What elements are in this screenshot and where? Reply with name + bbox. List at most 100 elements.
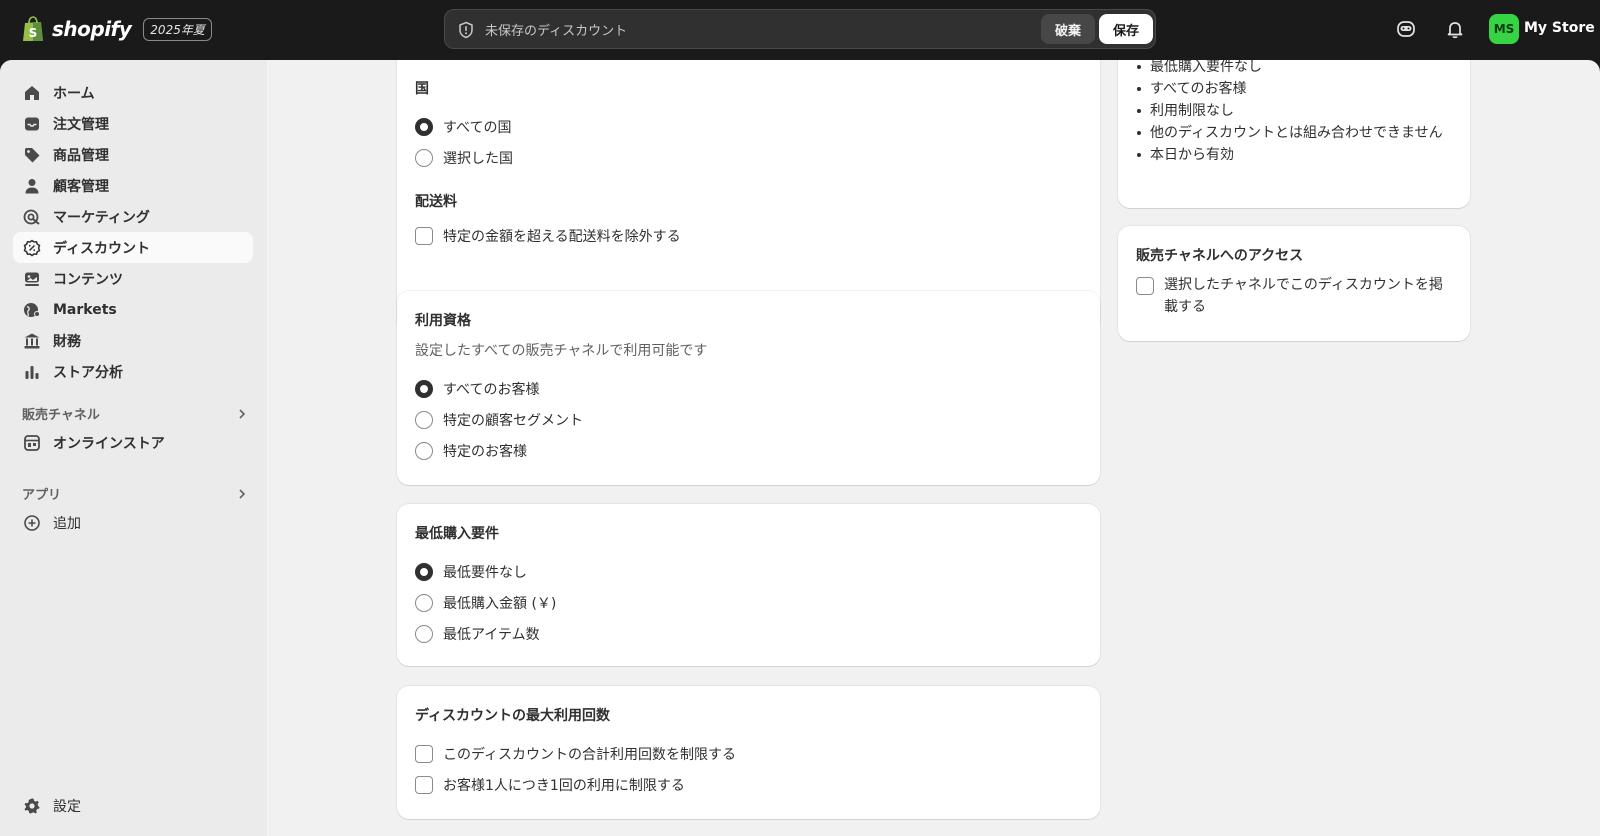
option-label: 最低購入金額 (￥) [443,596,557,612]
plus-circle-icon [24,514,40,531]
avatar[interactable]: MS [1489,14,1519,44]
nav-finance[interactable]: 財務 [13,325,253,356]
nav-orders[interactable]: 注文管理 [13,108,253,139]
option-label: 特定の金額を超える配送料を除外する [443,229,681,245]
sidebar: ホーム 注文管理 商品管理 顧客管理 マーケティング ディスカウント コンテンツ [0,60,267,836]
nav-label: Markets [53,301,117,318]
target-icon [23,209,40,225]
nav-label: コンテンツ [53,271,123,288]
radio-button[interactable] [415,118,433,136]
option-label: 選択したチャネルでこのディスカウントを掲載する [1164,277,1443,315]
nav-settings[interactable]: 設定 [13,790,253,821]
nav-content[interactable]: コンテンツ [13,263,253,294]
tag-icon [25,147,40,162]
option-label: 最低アイテム数 [443,627,540,643]
nav-discounts[interactable]: ディスカウント [13,232,253,263]
unsaved-changes-bar: 未保存のディスカウント 破棄 保存 [444,9,1156,49]
checkbox-list-on-channels[interactable]: 選択したチャネルでこのディスカウントを掲載する [1136,276,1456,318]
option-label: すべてのお客様 [443,382,540,398]
nav-online-store[interactable]: オンラインストア [13,427,253,458]
summary-card: 最低購入要件なし すべてのお客様 利用制限なし 他のディスカウントとは組み合わせ… [1118,60,1470,208]
checkbox[interactable] [415,776,433,794]
radio-all-customers[interactable]: すべてのお客様 [415,379,539,399]
discard-button[interactable]: 破棄 [1041,14,1095,44]
chart-icon [25,365,39,379]
nav-products[interactable]: 商品管理 [13,139,253,170]
checkbox[interactable] [415,227,433,245]
checkbox[interactable] [415,745,433,763]
checkbox-exclude-shipping[interactable]: 特定の金額を超える配送料を除外する [415,226,681,246]
admin-shell: ホーム 注文管理 商品管理 顧客管理 マーケティング ディスカウント コンテンツ [0,60,1600,836]
nav-label: ホーム [53,85,95,102]
option-label: 特定の顧客セグメント [443,413,583,429]
bell-icon[interactable] [1444,18,1466,40]
option-label: このディスカウントの合計利用回数を制限する [443,747,737,763]
channel-access-title: 販売チャネルへのアクセス [1136,248,1304,264]
eligibility-title: 利用資格 [415,313,471,329]
radio-button[interactable] [415,594,433,612]
summary-list: 最低購入要件なし すべてのお客様 利用制限なし 他のディスカウントとは組み合わせ… [1136,60,1456,166]
summary-item: 本日から有効 [1136,144,1456,166]
nav-label: オンラインストア [53,435,165,452]
radio-all-countries[interactable]: すべての国 [415,117,511,137]
bank-icon [24,333,40,348]
brand-name: shopify [52,17,132,41]
person-icon [25,178,39,193]
radio-no-minimum[interactable]: 最低要件なし [415,562,527,582]
nav-customers[interactable]: 顧客管理 [13,170,253,201]
content-icon [25,272,39,286]
store-name[interactable]: My Store [1524,20,1595,36]
save-button[interactable]: 保存 [1099,14,1153,44]
nav-label: 財務 [53,333,81,350]
checkbox-limit-total[interactable]: このディスカウントの合計利用回数を制限する [415,744,736,764]
nav-label: 顧客管理 [53,178,109,195]
option-label: 最低要件なし [443,565,527,581]
gear-icon [24,798,40,813]
sales-channels-heading[interactable]: 販売チャネル [22,404,100,423]
summary-item: すべてのお客様 [1136,78,1456,100]
nav-label: ストア分析 [53,364,123,381]
sales-channel-access-card: 販売チャネルへのアクセス 選択したチャネルでこのディスカウントを掲載する [1118,226,1470,341]
home-icon [25,85,39,100]
nav-label: 設定 [53,798,81,815]
max-uses-title: ディスカウントの最大利用回数 [415,708,611,724]
nav-markets[interactable]: Markets [13,294,253,325]
option-label: 特定のお客様 [443,444,527,460]
min-req-title: 最低購入要件 [415,526,499,542]
radio-min-amount[interactable]: 最低購入金額 (￥) [415,593,556,613]
svg-text:S: S [29,26,38,40]
radio-button[interactable] [415,411,433,429]
summary-item: 利用制限なし [1136,100,1456,122]
summary-item: 最低購入要件なし [1136,60,1456,78]
radio-button[interactable] [415,563,433,581]
radio-button[interactable] [415,149,433,167]
nav-home[interactable]: ホーム [13,77,253,108]
radio-customer-segments[interactable]: 特定の顧客セグメント [415,410,583,430]
nav-marketing[interactable]: マーケティング [13,201,253,232]
sidekick-icon[interactable] [1395,18,1417,40]
radio-specific-customers[interactable]: 特定のお客様 [415,441,527,461]
discount-icon [23,239,41,256]
globe-icon [24,302,40,317]
radio-selected-countries[interactable]: 選択した国 [415,148,513,168]
checkbox-one-per-customer[interactable]: お客様1人につき1回の利用に制限する [415,775,685,795]
chevron-right-icon[interactable] [235,407,249,421]
radio-min-items[interactable]: 最低アイテム数 [415,624,540,644]
nav-label: 追加 [53,515,81,532]
radio-button[interactable] [415,442,433,460]
apps-heading[interactable]: アプリ [22,484,61,503]
nav-label: マーケティング [53,209,150,226]
country-title: 国 [415,81,429,97]
inbox-icon [25,117,39,130]
max-uses-card: ディスカウントの最大利用回数 このディスカウントの合計利用回数を制限する お客様… [397,686,1100,819]
chevron-right-icon[interactable] [235,487,249,501]
option-label: 選択した国 [443,151,513,167]
shopify-logo[interactable]: S shopify 2025年夏 [22,16,212,42]
nav-analytics[interactable]: ストア分析 [13,356,253,387]
radio-button[interactable] [415,625,433,643]
edition-badge[interactable]: 2025年夏 [143,17,212,41]
alert-icon [459,21,473,39]
radio-button[interactable] [415,380,433,398]
checkbox[interactable] [1136,277,1154,295]
nav-add-app[interactable]: 追加 [13,507,253,538]
